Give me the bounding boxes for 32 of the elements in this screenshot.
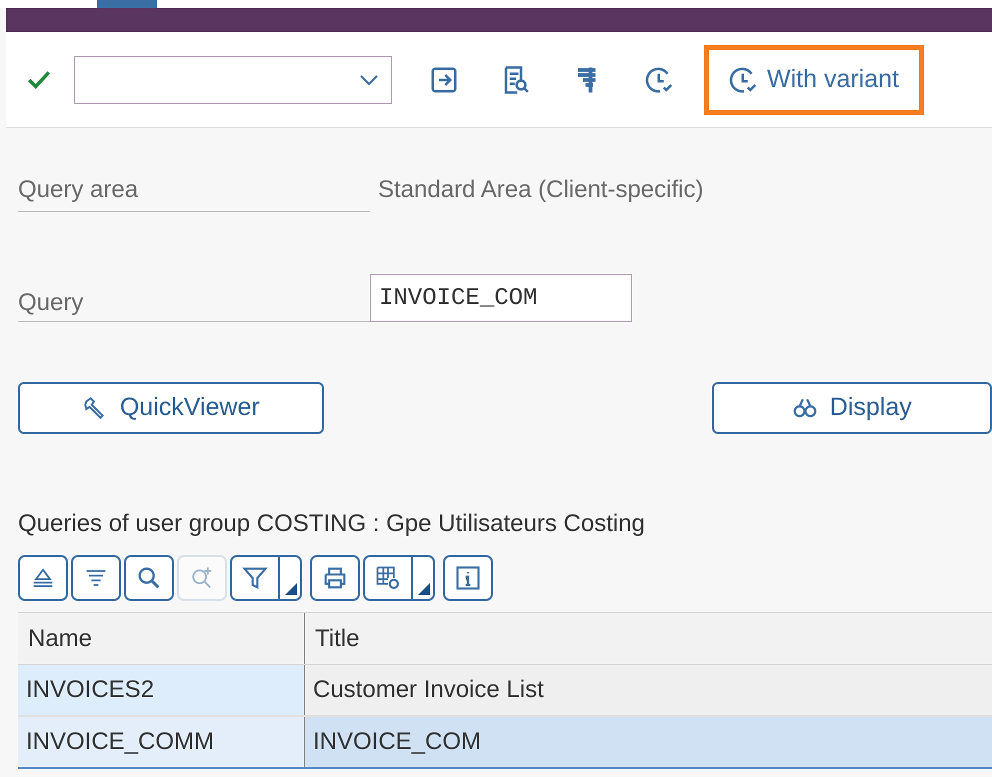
clock-icon [729,64,759,94]
enter-icon [429,64,459,94]
query-field[interactable]: INVOICE_COM [370,274,632,322]
table-cell: INVOICE_COMM [18,717,305,767]
layout-settings-button[interactable] [363,555,435,601]
search-button[interactable] [124,555,174,601]
action-button[interactable]: QuickViewer [18,382,324,434]
column-header: Title [314,624,360,654]
field-label: Query area [18,168,370,212]
clock-icon [645,64,675,94]
info-button[interactable] [443,555,493,601]
action-button[interactable]: Display [712,382,992,434]
with-variant-button[interactable]: With variant [704,44,924,114]
layout-settings-icon [374,564,402,592]
command-field[interactable] [74,56,392,104]
list-title: Queries of user group COSTING : Gpe Utilisateurs Costing [18,509,646,539]
sort-descending-button[interactable] [71,555,121,601]
table-cell: Customer Invoice List [305,665,992,715]
dropdown-triangle-icon[interactable] [285,583,297,595]
table-row[interactable]: INVOICE_COMM INVOICE_COM [18,717,992,769]
field-label: Query [18,284,370,322]
table-cell: INVOICES2 [18,665,305,715]
printer-button[interactable] [310,555,360,601]
info-icon [454,564,482,592]
table-cell: INVOICE_COM [305,717,992,767]
sort-ascending-button[interactable] [18,555,68,601]
column-header: Name [18,613,305,664]
chevron-down-icon[interactable] [359,74,379,86]
active-tab-indicator [97,0,157,8]
field-value: Standard Area (Client-specific) [378,175,704,205]
table-row[interactable]: INVOICES2 Customer Invoice List [18,665,992,717]
dropdown-triangle-icon[interactable] [418,583,430,595]
